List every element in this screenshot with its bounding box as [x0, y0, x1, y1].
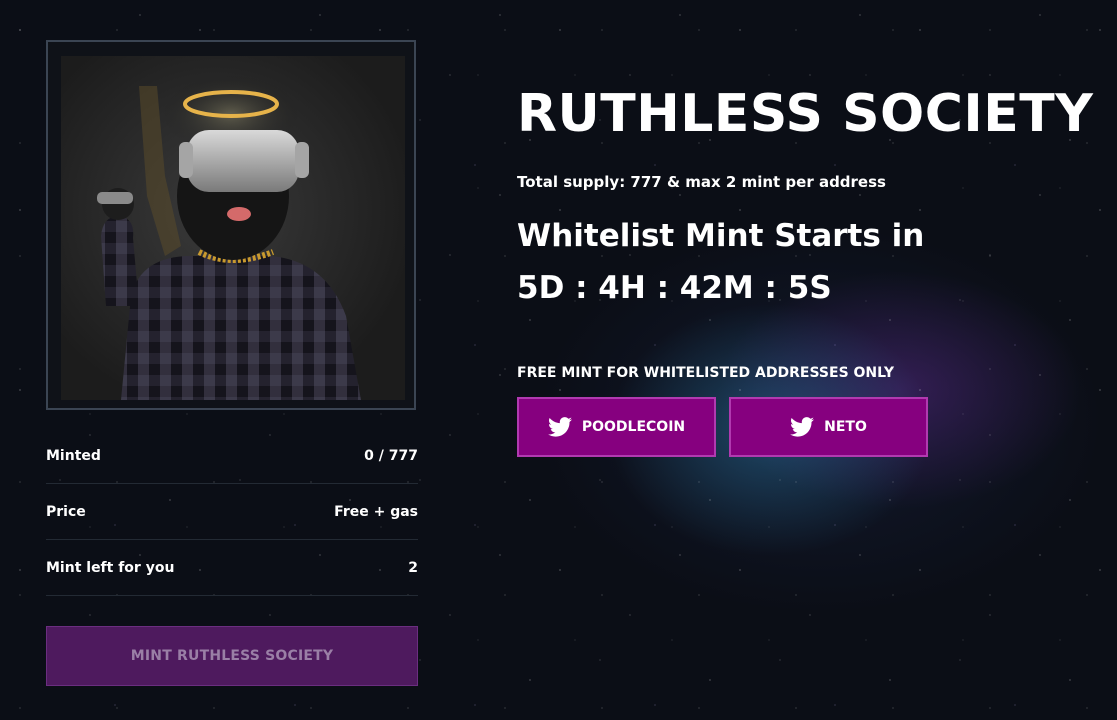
- twitter-icon: [790, 417, 815, 437]
- twitter-button-poodlecoin[interactable]: POODLECOIN: [517, 397, 716, 457]
- twitter-button-neto[interactable]: NETO: [729, 397, 928, 457]
- nft-artwork-frame: [46, 40, 416, 410]
- stat-label: Mint left for you: [46, 559, 175, 576]
- supply-info: Total supply: 777 & max 2 mint per addre…: [517, 173, 886, 191]
- mint-stats-list: Minted 0 / 777 Price Free + gas Mint lef…: [46, 428, 418, 596]
- mint-button-label: MINT RUTHLESS SOCIETY: [130, 648, 334, 664]
- free-mint-note: FREE MINT FOR WHITELISTED ADDRESSES ONLY: [517, 365, 895, 381]
- stat-value: 2: [408, 559, 418, 576]
- stat-row-minted: Minted 0 / 777: [46, 428, 418, 484]
- mint-button[interactable]: MINT RUTHLESS SOCIETY: [46, 626, 418, 686]
- nft-artwork-image: [61, 56, 405, 400]
- stat-value: Free + gas: [334, 503, 418, 520]
- twitter-icon: [547, 417, 572, 437]
- stat-value: 0 / 777: [364, 447, 418, 464]
- twitter-button-label: NETO: [824, 419, 867, 435]
- stat-label: Price: [46, 503, 86, 520]
- stat-row-mint-left: Mint left for you 2: [46, 540, 418, 596]
- countdown-timer: 5D : 4H : 42M : 5S: [517, 270, 832, 306]
- whitelist-heading: Whitelist Mint Starts in: [517, 218, 925, 254]
- twitter-button-label: POODLECOIN: [581, 419, 686, 435]
- stat-label: Minted: [46, 447, 101, 464]
- stat-row-price: Price Free + gas: [46, 484, 418, 540]
- collection-title: RUTHLESS SOCIETY: [517, 84, 1094, 144]
